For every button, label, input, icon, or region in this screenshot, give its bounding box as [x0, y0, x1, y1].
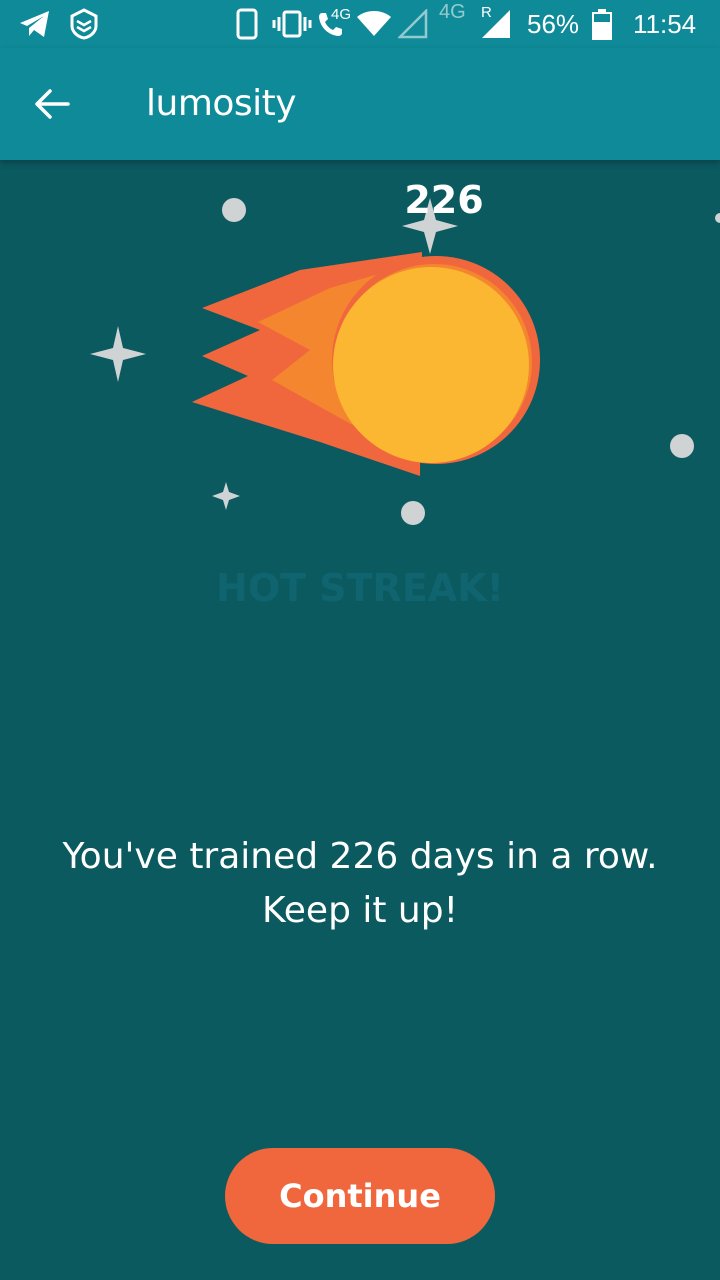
signal-icon	[480, 0, 512, 48]
star-dot	[715, 213, 720, 223]
star-dot	[670, 434, 694, 458]
network2-type-label: 4G	[439, 0, 466, 23]
fireball-core	[333, 267, 529, 463]
telegram-icon	[18, 0, 52, 48]
continue-button[interactable]: Continue	[225, 1148, 495, 1244]
streak-illustration	[90, 198, 720, 525]
back-button[interactable]	[20, 72, 84, 136]
wifi-icon	[356, 0, 392, 48]
vibrate-icon	[272, 0, 312, 48]
app-bar: lumosity	[0, 48, 720, 160]
shield-app-icon	[68, 0, 100, 48]
phone-device-icon	[236, 0, 258, 48]
battery-icon	[592, 0, 612, 48]
clock: 11:54	[633, 8, 697, 39]
sparkle-star	[90, 326, 146, 382]
battery-percent: 56%	[527, 8, 580, 39]
arrow-left-icon	[35, 89, 70, 119]
signal-empty-icon	[398, 0, 428, 48]
status-bar: 4G 4G R 56% 11:54	[0, 0, 720, 48]
star-dot	[222, 198, 246, 222]
sparkle-star	[212, 482, 240, 510]
streak-message: You've trained 226 days in a row. Keep i…	[62, 836, 658, 931]
app-title: lumosity	[146, 83, 297, 124]
network-type-label: 4G	[331, 5, 352, 23]
hot-streak-label: HOT STREAK!	[216, 566, 504, 610]
star-dot	[401, 501, 425, 525]
streak-days-count: 226	[404, 178, 484, 222]
